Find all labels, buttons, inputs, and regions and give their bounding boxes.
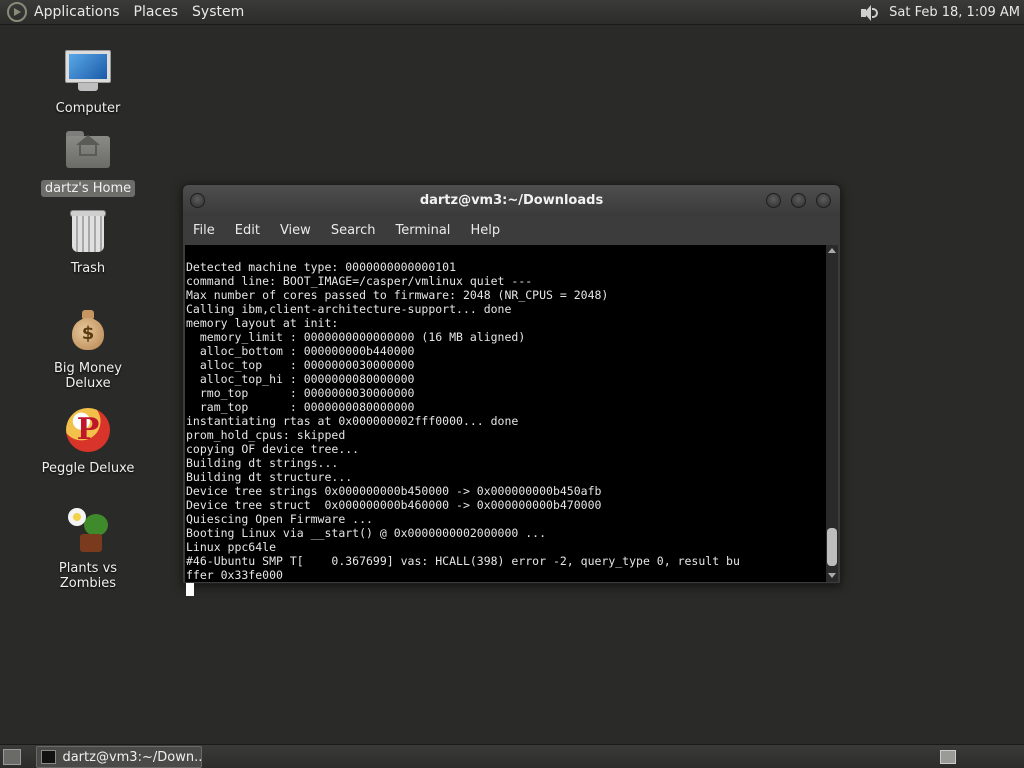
terminal-menubar: File Edit View Search Terminal Help xyxy=(183,216,840,244)
taskbar-label: dartz@vm3:~/Down... xyxy=(62,749,201,765)
terminal-line: command line: BOOT_IMAGE=/casper/vmlinux… xyxy=(186,274,533,288)
volume-icon[interactable] xyxy=(859,4,879,21)
clock[interactable]: Sat Feb 18, 1:09 AM xyxy=(889,5,1020,20)
terminal-line: memory layout at init: xyxy=(186,316,339,330)
plants-vs-zombies-icon xyxy=(64,506,112,554)
applications-menu[interactable]: Applications xyxy=(34,4,120,20)
terminal-line: rmo_top : 0000000030000000 xyxy=(186,386,415,400)
menu-terminal[interactable]: Terminal xyxy=(395,223,450,238)
minimize-icon[interactable] xyxy=(766,193,781,208)
terminal-line: prom_hold_cpus: skipped xyxy=(186,428,346,442)
terminal-line: Device tree strings 0x000000000b450000 -… xyxy=(186,484,602,498)
top-panel: Applications Places System Sat Feb 18, 1… xyxy=(0,0,1024,25)
desktop-icon-big-money[interactable]: $ Big Money Deluxe xyxy=(28,306,148,392)
desktop-icon-trash[interactable]: Trash xyxy=(28,206,148,277)
scroll-up-arrow-icon[interactable] xyxy=(828,248,836,253)
places-menu[interactable]: Places xyxy=(134,4,179,20)
show-desktop-icon[interactable] xyxy=(3,749,21,765)
menu-view[interactable]: View xyxy=(280,223,311,238)
terminal-line: alloc_bottom : 000000000b440000 xyxy=(186,344,415,358)
desktop-icon-label: Computer xyxy=(55,101,121,116)
close-icon[interactable] xyxy=(816,193,831,208)
gnome-foot-icon[interactable] xyxy=(7,2,27,22)
window-title: dartz@vm3:~/Downloads xyxy=(419,193,604,208)
bottom-panel: dartz@vm3:~/Down... xyxy=(0,744,1024,768)
system-menu[interactable]: System xyxy=(192,4,244,20)
desktop-icon-label: Peggle Deluxe xyxy=(41,461,135,476)
terminal-line: alloc_top : 0000000030000000 xyxy=(186,358,415,372)
terminal-cursor-line xyxy=(186,582,828,596)
trash-icon xyxy=(64,206,112,254)
scrollbar-thumb[interactable] xyxy=(827,528,837,566)
desktop-icon-label: Plants vs Zombies xyxy=(58,561,118,591)
computer-icon xyxy=(64,46,112,94)
home-folder-icon xyxy=(64,126,112,174)
menu-edit[interactable]: Edit xyxy=(235,223,260,238)
terminal-line: memory_limit : 0000000000000000 (16 MB a… xyxy=(186,330,526,344)
terminal-output[interactable]: Detected machine type: 0000000000000101 c… xyxy=(185,245,828,596)
menu-search[interactable]: Search xyxy=(331,223,376,238)
taskbar-button-terminal[interactable]: dartz@vm3:~/Down... xyxy=(36,746,202,768)
desktop-icon-label: dartz's Home xyxy=(40,180,136,197)
maximize-icon[interactable] xyxy=(791,193,806,208)
window-titlebar[interactable]: dartz@vm3:~/Downloads xyxy=(183,185,840,216)
money-bag-icon: $ xyxy=(64,306,112,354)
desktop-icon-plants-vs-zombies[interactable]: Plants vs Zombies xyxy=(28,506,148,592)
workspace-switcher-icon[interactable] xyxy=(940,750,956,764)
terminal-line: ram_top : 0000000080000000 xyxy=(186,400,415,414)
terminal-line: Booting Linux via __start() @ 0x00000000… xyxy=(186,526,547,540)
terminal-line: ffer 0x33fe000 xyxy=(186,568,283,582)
terminal-line: Quiescing Open Firmware ... xyxy=(186,512,373,526)
terminal-line: copying OF device tree... xyxy=(186,442,360,456)
desktop-icon-home[interactable]: dartz's Home xyxy=(28,126,148,197)
terminal-line: Linux ppc64le xyxy=(186,540,277,554)
terminal-line: #46-Ubuntu SMP T[ 0.367699] vas: HCALL(3… xyxy=(186,554,740,568)
terminal-line: Calling ibm,client-architecture-support.… xyxy=(186,302,512,316)
desktop-icon-computer[interactable]: Computer xyxy=(28,46,148,117)
menu-file[interactable]: File xyxy=(193,223,215,238)
terminal-line: Building dt structure... xyxy=(186,470,353,484)
desktop-icon-label: Big Money Deluxe xyxy=(53,361,122,391)
terminal-line: Max number of cores passed to firmware: … xyxy=(186,288,609,302)
terminal-window[interactable]: dartz@vm3:~/Downloads File Edit View Sea… xyxy=(182,184,841,596)
terminal-cursor xyxy=(186,583,194,596)
menu-help[interactable]: Help xyxy=(470,223,500,238)
peggle-icon: P xyxy=(64,406,112,454)
desktop-icon-label: Trash xyxy=(70,261,106,276)
terminal-line: Building dt strings... xyxy=(186,456,339,470)
terminal-scrollbar[interactable] xyxy=(826,245,838,582)
terminal-line: Device tree struct 0x000000000b460000 ->… xyxy=(186,498,602,512)
terminal-line: Detected machine type: 0000000000000101 xyxy=(186,260,457,274)
terminal-line: instantiating rtas at 0x000000002fff0000… xyxy=(186,414,519,428)
desktop-icon-peggle[interactable]: P Peggle Deluxe xyxy=(28,406,148,477)
terminal-icon xyxy=(41,750,57,764)
scroll-down-arrow-icon[interactable] xyxy=(828,573,836,578)
terminal-line: alloc_top_hi : 0000000080000000 xyxy=(186,372,415,386)
